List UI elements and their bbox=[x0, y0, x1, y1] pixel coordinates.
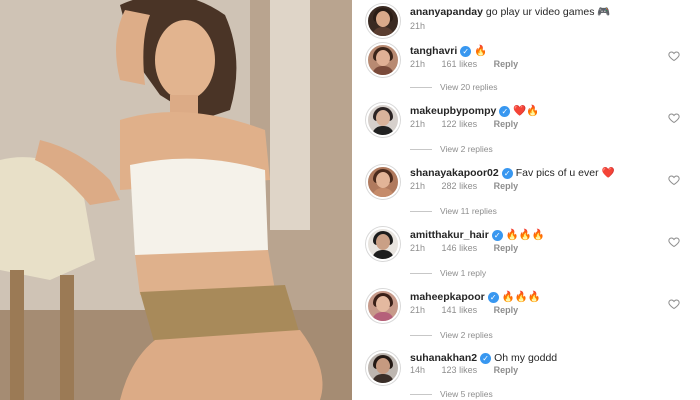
avatar[interactable] bbox=[366, 43, 400, 77]
reply-button[interactable]: Reply bbox=[494, 305, 519, 315]
likes-count[interactable]: 123 likes bbox=[442, 365, 478, 375]
view-replies-label: View 1 reply bbox=[440, 268, 487, 278]
reply-button[interactable]: Reply bbox=[494, 181, 519, 191]
view-replies-label: View 2 replies bbox=[440, 330, 493, 340]
view-replies-link[interactable]: View 2 replies bbox=[410, 330, 493, 340]
reply-button[interactable]: Reply bbox=[494, 243, 519, 253]
view-replies-label: View 2 replies bbox=[440, 144, 493, 154]
likes-count[interactable]: 146 likes bbox=[442, 243, 478, 253]
timestamp: 21h bbox=[410, 59, 426, 69]
view-replies-label: View 5 replies bbox=[440, 389, 493, 399]
avatar[interactable] bbox=[366, 165, 400, 199]
comment-item: makeupbypompy ✓ ❤️🔥 21h 122 likes Reply Vi… bbox=[352, 100, 700, 160]
comment-item: tanghavri ✓ 🔥 21h 161 likes Reply View 20 … bbox=[352, 40, 700, 98]
username[interactable]: ananyapanday bbox=[410, 6, 483, 18]
heart-outline-icon[interactable] bbox=[668, 112, 680, 124]
username[interactable]: shanayakapoor02 bbox=[410, 167, 499, 179]
comment-item: amitthakur_hair ✓ 🔥🔥🔥 21h 146 likes Reply … bbox=[352, 224, 700, 284]
likes-count[interactable]: 141 likes bbox=[442, 305, 478, 315]
comment-meta: 21h 141 likes Reply bbox=[410, 305, 532, 315]
timestamp: 21h bbox=[410, 119, 426, 129]
verified-badge-icon: ✓ bbox=[460, 45, 472, 57]
avatar[interactable] bbox=[366, 4, 400, 38]
timestamp: 21h bbox=[410, 181, 426, 191]
comment-text: Fav pics of u ever ❤️ bbox=[515, 167, 615, 179]
comment-line: maheepkapoor ✓ 🔥🔥🔥 bbox=[410, 290, 541, 303]
comment-text: Oh my goddd bbox=[494, 352, 558, 364]
comment-text: 🔥 bbox=[474, 45, 488, 57]
username[interactable]: amitthakur_hair bbox=[410, 229, 489, 241]
comment-item: shanayakapoor02 ✓ Fav pics of u ever ❤️ 21… bbox=[352, 162, 700, 222]
heart-outline-icon[interactable] bbox=[668, 236, 680, 248]
avatar[interactable] bbox=[366, 289, 400, 323]
username[interactable]: maheepkapoor bbox=[410, 291, 485, 303]
likes-count[interactable]: 122 likes bbox=[442, 119, 478, 129]
caption-comment: ananyapanday go play ur video games 🎮 21… bbox=[352, 0, 700, 38]
comment-meta: 21h 122 likes Reply bbox=[410, 119, 532, 129]
comment-meta: 21h 161 likes Reply bbox=[410, 59, 532, 69]
replies-dash bbox=[410, 335, 432, 337]
view-replies-label: View 11 replies bbox=[440, 206, 497, 216]
replies-dash bbox=[410, 211, 432, 213]
heart-outline-icon[interactable] bbox=[668, 298, 680, 310]
heart-outline-icon[interactable] bbox=[668, 174, 680, 186]
comment-meta: 14h 123 likes Reply bbox=[410, 365, 532, 375]
comment-line: amitthakur_hair ✓ 🔥🔥🔥 bbox=[410, 228, 545, 241]
replies-dash bbox=[410, 149, 432, 151]
reply-button[interactable]: Reply bbox=[494, 119, 519, 129]
comment-text: 🔥🔥🔥 bbox=[501, 291, 541, 303]
username[interactable]: tanghavri bbox=[410, 45, 457, 57]
timestamp: 21h bbox=[410, 21, 426, 31]
replies-dash bbox=[410, 273, 432, 275]
verified-badge-icon: ✓ bbox=[499, 105, 511, 117]
replies-dash bbox=[410, 87, 432, 89]
view-replies-label: View 20 replies bbox=[440, 82, 498, 92]
comment-line: shanayakapoor02 ✓ Fav pics of u ever ❤️ bbox=[410, 166, 615, 179]
verified-badge-icon: ✓ bbox=[491, 229, 503, 241]
caption-line: ananyapanday go play ur video games 🎮 bbox=[410, 5, 610, 18]
avatar[interactable] bbox=[366, 351, 400, 385]
timestamp: 21h bbox=[410, 243, 426, 253]
replies-dash bbox=[410, 394, 432, 396]
view-replies-link[interactable]: View 20 replies bbox=[410, 82, 498, 92]
comment-meta: 21h 146 likes Reply bbox=[410, 243, 532, 253]
comment-item: suhanakhan2 ✓ Oh my goddd 14h 123 likes Re… bbox=[352, 348, 700, 400]
comment-text: go play ur video games 🎮 bbox=[485, 6, 611, 18]
view-replies-link[interactable]: View 11 replies bbox=[410, 206, 497, 216]
verified-badge-icon: ✓ bbox=[487, 291, 499, 303]
comments-panel[interactable]: ananyapanday go play ur video games 🎮 21… bbox=[352, 0, 700, 400]
portrait-illustration bbox=[0, 0, 352, 400]
comment-line: makeupbypompy ✓ ❤️🔥 bbox=[410, 104, 540, 117]
comment-item: maheepkapoor ✓ 🔥🔥🔥 21h 141 likes Reply Vie… bbox=[352, 286, 700, 346]
comment-meta: 21h 282 likes Reply bbox=[410, 181, 532, 191]
likes-count[interactable]: 161 likes bbox=[442, 59, 478, 69]
verified-badge-icon: ✓ bbox=[501, 167, 513, 179]
comment-meta: 21h bbox=[410, 21, 439, 31]
reply-button[interactable]: Reply bbox=[494, 365, 519, 375]
comment-text: ❤️🔥 bbox=[513, 105, 540, 117]
username[interactable]: makeupbypompy bbox=[410, 105, 496, 117]
avatar[interactable] bbox=[366, 227, 400, 261]
comment-line: suhanakhan2 ✓ Oh my goddd bbox=[410, 352, 557, 364]
avatar[interactable] bbox=[366, 103, 400, 137]
comment-line: tanghavri ✓ 🔥 bbox=[410, 44, 487, 57]
timestamp: 21h bbox=[410, 305, 426, 315]
comment-text: 🔥🔥🔥 bbox=[505, 229, 546, 241]
post-photo bbox=[0, 0, 352, 400]
username[interactable]: suhanakhan2 bbox=[410, 352, 477, 364]
verified-badge-icon: ✓ bbox=[480, 352, 492, 364]
reply-button[interactable]: Reply bbox=[494, 59, 519, 69]
view-replies-link[interactable]: View 2 replies bbox=[410, 144, 493, 154]
view-replies-link[interactable]: View 5 replies bbox=[410, 389, 493, 399]
view-replies-link[interactable]: View 1 reply bbox=[410, 268, 486, 278]
timestamp: 14h bbox=[410, 365, 426, 375]
heart-outline-icon[interactable] bbox=[668, 50, 680, 62]
likes-count[interactable]: 282 likes bbox=[442, 181, 478, 191]
